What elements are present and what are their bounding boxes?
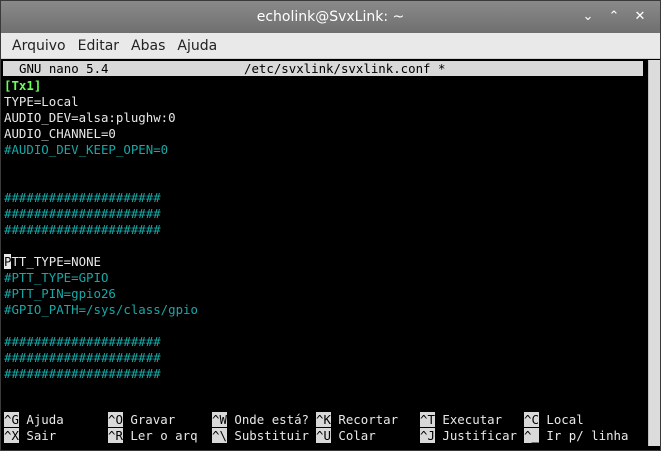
terminal-area[interactable]: GNU nano 5.4 /etc/svxlink/svxlink.conf *… [1,60,648,446]
shortcut-replace[interactable]: ^\ Substituir [212,428,309,444]
line-audio-channel: AUDIO_CHANNEL=0 [4,126,116,141]
line-blank [4,174,644,190]
menu-abas[interactable]: Abas [125,38,171,54]
nano-file-name: /etc/svxlink/svxlink.conf * [244,61,446,76]
shortcut-go-to-line[interactable]: ^_ Ir p/ linha [524,428,628,444]
menu-arquivo[interactable]: Arquivo [6,38,72,54]
nano-version: GNU nano 5.4 [19,61,109,76]
shortcut-paste[interactable]: ^U Colar [316,428,376,444]
maximize-icon[interactable]: ⌃ [604,7,624,27]
line-section: [Tx1] [4,78,42,93]
line-hashes: ##################### [4,190,161,205]
shortcut-bar: ^G Ajuda ^O Gravar ^W Onde está? ^K Reco… [4,412,648,444]
menu-ajuda[interactable]: Ajuda [171,38,223,54]
line-type: TYPE=Local [4,94,79,109]
line-blank [4,238,644,254]
line-blank [4,158,644,174]
menu-bar: Arquivo Editar Abas Ajuda [1,33,660,59]
editor-content[interactable]: [Tx1] TYPE=Local AUDIO_DEV=alsa:plughw:0… [4,78,644,382]
shortcut-location[interactable]: ^C Local [524,412,584,428]
line-hashes: ##################### [4,366,161,381]
scrollbar[interactable] [648,60,660,446]
nano-title-bar: GNU nano 5.4 /etc/svxlink/svxlink.conf * [3,61,643,76]
line-audio-dev: AUDIO_DEV=alsa:plughw:0 [4,110,176,125]
line-hashes: ##################### [4,222,161,237]
line-hashes: ##################### [4,334,161,349]
title-bar[interactable]: echolink@SvxLink: ~ ⌄ ⌃ ✕ [1,1,660,33]
shortcut-cut[interactable]: ^K Recortar [316,412,398,428]
shortcut-row: ^X Sair ^R Ler o arq ^\ Substituir ^U Co… [4,428,648,444]
line-keep-open: #AUDIO_DEV_KEEP_OPEN=0 [4,142,169,157]
line-ptt-type-text: TT_TYPE=NONE [11,254,101,269]
line-hashes: ##################### [4,350,161,365]
shortcut-exit[interactable]: ^X Sair [4,428,56,444]
line-blank [4,318,644,334]
line-ptt-type-gpio: #PTT_TYPE=GPIO [4,270,109,285]
shortcut-justify[interactable]: ^J Justificar [420,428,517,444]
line-gpio-path: #GPIO_PATH=/sys/class/gpio [4,302,198,317]
menu-editar[interactable]: Editar [72,38,125,54]
shortcut-where-is[interactable]: ^W Onde está? [212,412,309,428]
shortcut-save[interactable]: ^O Gravar [108,412,175,428]
line-ptt-type: PTT_TYPE=NONE [4,254,644,270]
terminal-window: echolink@SvxLink: ~ ⌄ ⌃ ✕ Arquivo Editar… [0,0,661,451]
minimize-icon[interactable]: ⌄ [578,7,598,27]
shortcut-row: ^G Ajuda ^O Gravar ^W Onde está? ^K Reco… [4,412,648,428]
shortcut-help[interactable]: ^G Ajuda [4,412,64,428]
window-title: echolink@SvxLink: ~ [256,9,405,25]
shortcut-read-file[interactable]: ^R Ler o arq [108,428,198,444]
line-hashes: ##################### [4,206,161,221]
line-ptt-pin: #PTT_PIN=gpio26 [4,286,116,301]
shortcut-execute[interactable]: ^T Executar [420,412,502,428]
close-icon[interactable]: ✕ [630,7,650,27]
